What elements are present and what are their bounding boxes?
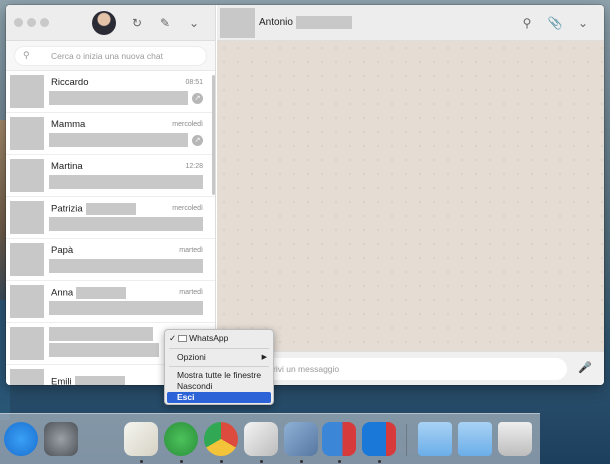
system-preferences-icon[interactable] (44, 422, 78, 456)
trash-icon[interactable] (498, 422, 532, 456)
running-indicator (300, 460, 303, 463)
search-icon: ⚲ (23, 50, 30, 60)
running-indicator (378, 460, 381, 463)
pin-icon: ↗ (192, 135, 203, 146)
window-icon (178, 335, 188, 343)
chat-name-redacted (49, 327, 153, 341)
chevron-down-icon[interactable]: ⌄ (186, 15, 202, 31)
running-indicator (220, 460, 223, 463)
compose-icon[interactable]: ✎ (157, 15, 173, 31)
menu-divider (169, 348, 269, 349)
chat-list-panel: ↻ ✎ ⌄ ⚲ Cerca o inizia una nuova chat Ri… (6, 5, 216, 385)
chat-preview-redacted (49, 343, 159, 357)
chat-name: Patrizia (51, 203, 136, 215)
avatar (10, 75, 44, 108)
minimize-window-button[interactable] (27, 18, 36, 27)
close-window-button[interactable] (14, 18, 23, 27)
conversation-header: Antonio ⚲ 📎 ⌄ (217, 5, 604, 41)
compose-bar: rivi un messaggio 🎤 (217, 351, 604, 385)
chat-preview-redacted (49, 217, 203, 231)
avatar (10, 117, 44, 150)
pin-icon: ↗ (192, 93, 203, 104)
list-item[interactable]: Patrizia mercoledì (6, 197, 215, 239)
avatar (10, 369, 44, 385)
textedit-icon[interactable] (124, 422, 158, 456)
chrome-icon[interactable] (204, 422, 238, 456)
dock-context-menu: ✓ WhatsApp Opzioni ▶ Mostra tutte le fines… (164, 329, 274, 405)
menu-divider (169, 366, 269, 367)
avatar (10, 201, 44, 234)
dock-divider (406, 424, 407, 456)
chat-name: Martina (51, 161, 83, 172)
chat-background (217, 41, 604, 351)
whatsapp-icon[interactable] (164, 422, 198, 456)
chat-preview-redacted (49, 91, 188, 105)
menu-item-opzioni[interactable]: Opzioni ▶ (165, 352, 273, 363)
chat-time: mercoledì (172, 205, 203, 212)
chat-time: martedì (179, 247, 203, 254)
menu-item-show-all-windows[interactable]: Mostra tutte le finestre (165, 370, 273, 381)
chevron-down-icon[interactable]: ⌄ (575, 15, 591, 31)
running-indicator (140, 460, 143, 463)
chat-time: 12:28 (185, 163, 203, 170)
list-item[interactable]: Riccardo 08:51 ↗ (6, 71, 215, 113)
search-bar: ⚲ Cerca o inizia una nuova chat (6, 41, 215, 71)
submenu-arrow-icon: ▶ (261, 354, 267, 361)
refresh-icon[interactable]: ↻ (129, 15, 145, 31)
contact-avatar[interactable] (220, 8, 255, 38)
search-input[interactable]: ⚲ Cerca o inizia una nuova chat (14, 46, 207, 66)
downloads-folder-icon[interactable] (458, 422, 492, 456)
chat-preview-redacted (49, 175, 203, 189)
chat-name: Riccardo (51, 77, 89, 88)
dock (0, 413, 540, 464)
running-indicator (180, 460, 183, 463)
zoom-window-button[interactable] (40, 18, 49, 27)
avatar (10, 159, 44, 192)
list-item[interactable]: Anna martedì (6, 281, 215, 323)
list-item[interactable]: Mamma mercoledì ↗ (6, 113, 215, 155)
message-input[interactable]: rivi un messaggio (255, 358, 567, 380)
message-placeholder: rivi un messaggio (273, 364, 340, 374)
chat-time: martedì (179, 289, 203, 296)
whatsapp-window: ↻ ✎ ⌄ ⚲ Cerca o inizia una nuova chat Ri… (6, 5, 604, 385)
menu-item-whatsapp[interactable]: ✓ WhatsApp (165, 333, 273, 344)
contact-name[interactable]: Antonio (259, 16, 352, 29)
scrollbar[interactable] (212, 75, 215, 195)
folder-icon[interactable] (418, 422, 452, 456)
chat-time: 08:51 (185, 79, 203, 86)
attach-icon[interactable]: 📎 (547, 15, 563, 31)
list-item[interactable]: Martina 12:28 (6, 155, 215, 197)
running-indicator (260, 460, 263, 463)
chat-name: Anna (51, 287, 127, 299)
chat-name: Emili (51, 376, 125, 385)
app-store-icon[interactable] (4, 422, 38, 456)
search-icon[interactable]: ⚲ (519, 15, 535, 31)
chat-preview-redacted (49, 301, 203, 315)
avatar (10, 285, 44, 318)
avatar (10, 243, 44, 276)
parallels-icon[interactable] (322, 422, 356, 456)
avatar (10, 327, 44, 360)
mic-icon[interactable]: 🎤 (578, 361, 592, 374)
list-item[interactable]: Papà martedì (6, 239, 215, 281)
chat-name: Mamma (51, 119, 86, 130)
pixelmator-icon[interactable] (244, 422, 278, 456)
avatar[interactable] (92, 11, 116, 35)
running-indicator (338, 460, 341, 463)
chat-preview-redacted (49, 133, 188, 147)
sidebar-header: ↻ ✎ ⌄ (6, 5, 215, 41)
chat-time: mercoledì (172, 121, 203, 128)
conversation-panel: Antonio ⚲ 📎 ⌄ rivi un messaggio 🎤 (217, 5, 604, 385)
search-placeholder: Cerca o inizia una nuova chat (51, 51, 163, 61)
preview-icon[interactable] (284, 422, 318, 456)
menu-item-hide[interactable]: Nascondi (165, 381, 273, 392)
chat-preview-redacted (49, 259, 203, 273)
menu-item-quit[interactable]: Esci (167, 392, 271, 403)
chat-name: Papà (51, 245, 74, 256)
windows-icon[interactable] (362, 422, 396, 456)
